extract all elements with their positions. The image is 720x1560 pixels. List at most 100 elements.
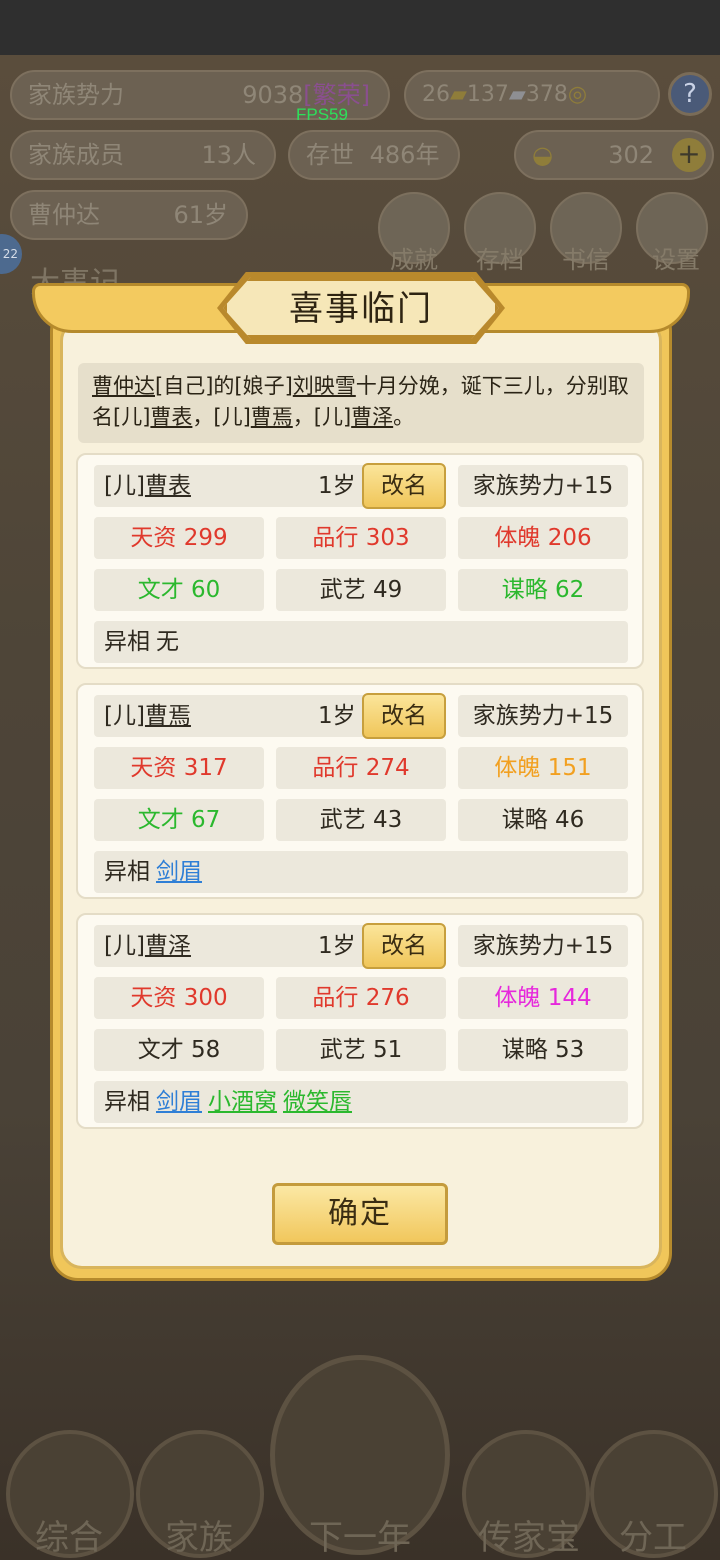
announcement-text: ，[儿] — [292, 405, 352, 429]
mother-name[interactable]: 刘映雪 — [293, 374, 356, 398]
morality-stat: 品行 303 — [276, 517, 446, 559]
trait-link[interactable]: 剑眉 — [156, 859, 202, 885]
help-icon[interactable]: ? — [668, 72, 712, 116]
members-value: 13人 — [201, 141, 256, 169]
status-bar — [0, 0, 720, 55]
currency-pill: 26▰137▰378◎ — [404, 70, 660, 120]
members-label: 家族成员 — [28, 141, 124, 169]
family-power-label: 家族势力 — [28, 81, 124, 109]
rename-button[interactable]: 改名 — [362, 923, 446, 969]
existence-value: 486年 — [369, 141, 440, 169]
child-header-row: [儿]曹泽 1岁 改名 家族势力+15 — [94, 923, 628, 969]
trait-cell: 异相无 — [94, 621, 628, 663]
trait-row: 异相 剑眉 小酒窝 微笑唇 — [94, 1081, 628, 1123]
fps-counter: FPS59 — [296, 105, 348, 124]
player-age: 61岁 — [173, 201, 228, 229]
trait-link[interactable]: 小酒窝 — [208, 1089, 277, 1115]
next-year-label: 下一年 — [309, 1518, 411, 1558]
literary-stat: 文才 58 — [94, 1029, 264, 1071]
existence-label: 存世 — [306, 141, 354, 169]
talent-stat: 天资 317 — [94, 747, 264, 789]
literary-stat: 文才 67 — [94, 799, 264, 841]
coin-icon: ◎ — [567, 82, 588, 107]
trait-row: 异相无 — [94, 621, 628, 663]
talent-stat: 天资 299 — [94, 517, 264, 559]
strategy-stat: 谋略 53 — [458, 1029, 628, 1071]
nav-division-label: 分工 — [619, 1518, 687, 1558]
parent-name[interactable]: 曹仲达 — [92, 374, 155, 398]
stat-row: 文才 67 武艺 43 谋略 46 — [94, 799, 628, 841]
ingot-icon: ◒ — [532, 141, 553, 169]
child-header-row: [儿]曹表 1岁 改名 家族势力+15 — [94, 463, 628, 509]
child-relation: [儿] — [104, 703, 145, 729]
existence-pill: 存世 486年 — [288, 130, 460, 180]
strategy-stat: 谋略 46 — [458, 799, 628, 841]
announcement-text: 。 — [393, 405, 415, 429]
strategy-stat: 谋略 62 — [458, 569, 628, 611]
stat-row: 文才 58 武艺 51 谋略 53 — [94, 1029, 628, 1071]
trait-value: 无 — [156, 629, 179, 655]
trait-cell: 异相 剑眉 小酒窝 微笑唇 — [94, 1081, 628, 1123]
stat-row: 天资 300 品行 276 体魄 144 — [94, 977, 628, 1019]
child-card: [儿]曹焉 1岁 改名 家族势力+15 天资 317 品行 274 体魄 151… — [76, 683, 644, 899]
birth-announcement: 曹仲达[自己]的[娘子]刘映雪十月分娩，诞下三儿，分别取名[儿]曹表，[儿]曹焉… — [78, 363, 644, 443]
stat-row: 天资 317 品行 274 体魄 151 — [94, 747, 628, 789]
physique-stat: 体魄 144 — [458, 977, 628, 1019]
martial-stat: 武艺 49 — [276, 569, 446, 611]
stat-row: 天资 299 品行 303 体魄 206 — [94, 517, 628, 559]
trait-link[interactable]: 剑眉 — [156, 1089, 202, 1115]
martial-stat: 武艺 43 — [276, 799, 446, 841]
birth-dialog: 喜事临门 曹仲达[自己]的[娘子]刘映雪十月分娩，诞下三儿，分别取名[儿]曹表，… — [32, 272, 690, 1283]
child-link-3[interactable]: 曹泽 — [351, 405, 393, 429]
settings-label: 设置 — [652, 246, 700, 274]
dialog-title: 喜事临门 — [223, 277, 499, 339]
confirm-button[interactable]: 确定 — [272, 1183, 448, 1245]
stat-row: 文才 60 武艺 49 谋略 62 — [94, 569, 628, 611]
silver-bar-value: 378 — [525, 82, 568, 107]
copper-value: 26 — [422, 82, 450, 107]
ingot-pill: ◒ 302 + — [514, 130, 714, 180]
player-pill: 曹仲达 61岁 — [10, 190, 248, 240]
child-name[interactable]: 曹焉 — [145, 703, 191, 729]
child-age: 1岁 — [318, 703, 356, 729]
child-relation: [儿] — [104, 933, 145, 959]
members-pill: 家族成员 13人 — [10, 130, 276, 180]
ingot-value: 302 — [608, 141, 654, 169]
physique-stat: 体魄 151 — [458, 747, 628, 789]
child-name[interactable]: 曹泽 — [145, 933, 191, 959]
talent-stat: 天资 300 — [94, 977, 264, 1019]
trait-cell: 异相 剑眉 — [94, 851, 628, 893]
family-power-bonus: 家族势力+15 — [458, 695, 628, 737]
child-link-2[interactable]: 曹焉 — [251, 405, 293, 429]
child-card: [儿]曹泽 1岁 改名 家族势力+15 天资 300 品行 276 体魄 144… — [76, 913, 644, 1129]
trait-link[interactable]: 微笑唇 — [283, 1089, 352, 1115]
child-relation: [儿] — [104, 473, 145, 499]
family-power-value: 9038 — [242, 81, 304, 109]
morality-stat: 品行 276 — [276, 977, 446, 1019]
trait-label: 异相 — [104, 1089, 150, 1115]
child-age: 1岁 — [318, 473, 356, 499]
child-link-1[interactable]: 曹表 — [150, 405, 192, 429]
letters-label: 书信 — [562, 246, 610, 274]
add-ingot-button[interactable]: + — [672, 138, 706, 172]
achievement-label: 成就 — [390, 246, 438, 274]
announcement-text: ，[儿] — [192, 405, 251, 429]
trait-label: 异相 — [104, 629, 150, 655]
trait-label: 异相 — [104, 859, 150, 885]
family-power-bonus: 家族势力+15 — [458, 925, 628, 967]
rename-button[interactable]: 改名 — [362, 693, 446, 739]
child-header-row: [儿]曹焉 1岁 改名 家族势力+15 — [94, 693, 628, 739]
literary-stat: 文才 60 — [94, 569, 264, 611]
rename-button[interactable]: 改名 — [362, 463, 446, 509]
martial-stat: 武艺 51 — [276, 1029, 446, 1071]
gold-bar-icon: ▰ — [450, 82, 467, 107]
player-name: 曹仲达 — [28, 201, 100, 229]
gold-bar-value: 137 — [466, 82, 509, 107]
announcement-text: [自己]的[娘子] — [155, 374, 293, 398]
family-power-bonus: 家族势力+15 — [458, 465, 628, 507]
child-name[interactable]: 曹表 — [145, 473, 191, 499]
physique-stat: 体魄 206 — [458, 517, 628, 559]
silver-bar-icon: ▰ — [508, 82, 526, 107]
nav-general-label: 综合 — [35, 1518, 103, 1558]
morality-stat: 品行 274 — [276, 747, 446, 789]
